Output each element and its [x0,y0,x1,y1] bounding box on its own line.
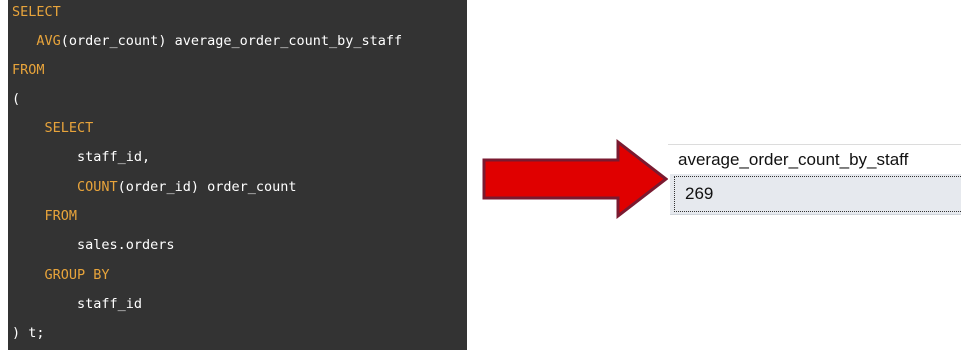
code-line: FROM [12,205,78,227]
sql-keyword: FROM [12,62,45,78]
code-line: GROUP BY [12,264,110,286]
sql-keyword: GROUP BY [44,267,110,283]
code-line: sales.orders [12,234,175,256]
code-line: COUNT(order_id) order_count [12,176,296,198]
sql-code-panel: SELECT AVG(order_count) average_order_co… [8,0,467,350]
sql-keyword: FROM [44,208,78,224]
code-line: SELECT [12,117,94,139]
column-header[interactable]: average_order_count_by_staff [672,147,961,173]
result-cell[interactable]: 269 [674,176,961,212]
code-line: staff_id, [12,146,150,168]
sql-text: (order_count) average_order_count_by_sta… [60,33,403,49]
code-line: SELECT [12,1,61,23]
sql-keyword: COUNT [77,179,118,195]
sql-text: (order_id) order_count [117,179,297,195]
code-line: ) t; [12,322,45,344]
sql-keyword: AVG [36,33,61,49]
table-row[interactable]: 269 [670,174,961,215]
code-line: staff_id [12,293,142,315]
right-arrow-icon [482,138,669,220]
sql-text: ( [12,91,21,107]
code-line: FROM [12,59,45,81]
sql-keyword: SELECT [44,120,94,136]
sql-keyword: SELECT [12,4,61,20]
sql-text: ) t; [12,325,45,341]
code-line: ( [12,88,20,110]
code-line: AVG(order_count) average_order_count_by_… [12,30,402,52]
results-grid: average_order_count_by_staff 269 [668,144,961,226]
sql-text: sales.orders [12,237,175,253]
sql-text: staff_id [12,296,143,312]
sql-text: staff_id, [12,149,151,165]
